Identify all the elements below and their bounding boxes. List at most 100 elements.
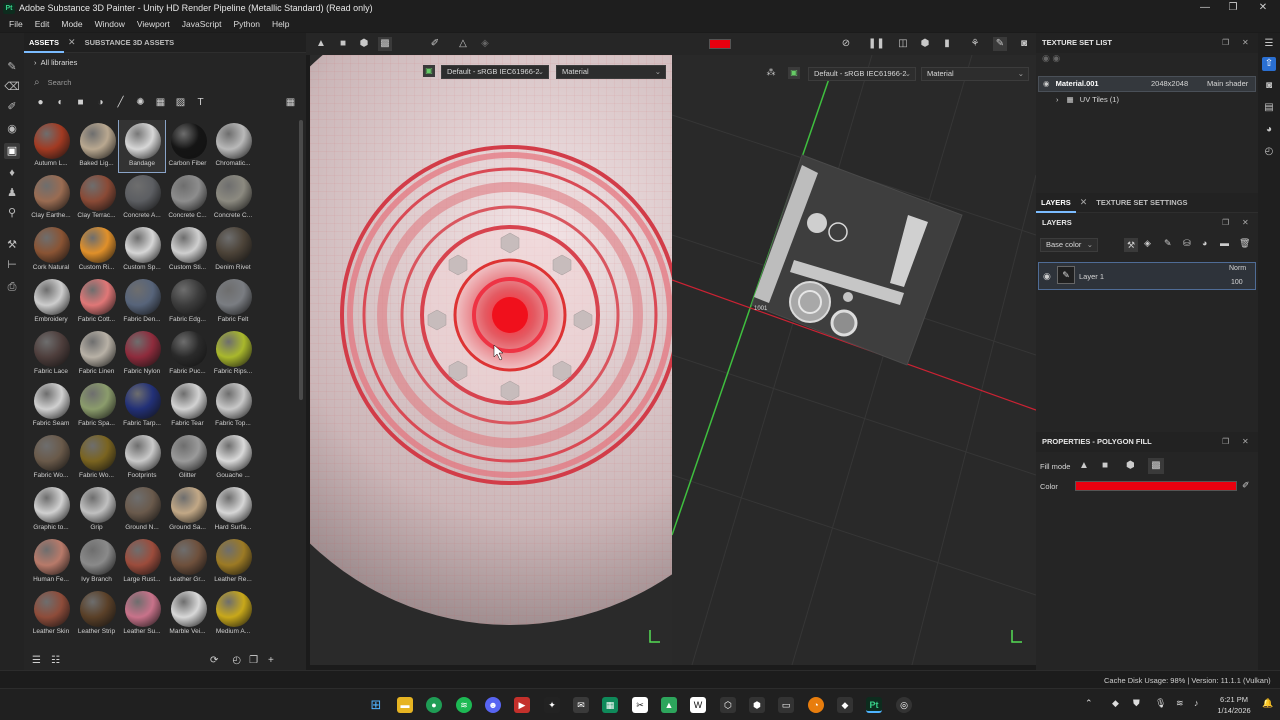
asset-tile[interactable]: Concrete A...	[119, 172, 165, 224]
delete-layer-icon[interactable]: 🗑	[1239, 238, 1250, 249]
tab-layers[interactable]: LAYERS	[1036, 193, 1076, 213]
menu-edit[interactable]: Edit	[29, 19, 56, 29]
asset-tile[interactable]: Glitter	[165, 432, 211, 484]
library-selector[interactable]: › All libraries	[24, 53, 306, 73]
asset-tile[interactable]: Fabric Den...	[119, 276, 165, 328]
menu-javascript[interactable]: JavaScript	[176, 19, 228, 29]
eyedropper-icon[interactable]: ✐	[1242, 480, 1250, 491]
smart-mask-filter-icon[interactable]: ◑	[94, 96, 107, 109]
texture-set-row[interactable]: ◉ Material.001 2048x2048 Main shader	[1038, 76, 1256, 92]
add-paint-layer-icon[interactable]: ✎	[1164, 238, 1172, 249]
split-view-icon[interactable]: ◫	[896, 37, 910, 51]
add-folder-icon[interactable]: ▬	[1220, 238, 1229, 248]
close-icon[interactable]: ✕	[1242, 432, 1249, 452]
occlusion-icon[interactable]: ◈	[478, 37, 492, 51]
asset-tile[interactable]: Ivy Branch	[74, 536, 120, 588]
asset-tile[interactable]: Ground N...	[119, 484, 165, 536]
add-material-icon[interactable]: ◕	[1202, 238, 1207, 248]
asset-tile[interactable]: Bandage	[118, 120, 166, 173]
maximize-button[interactable]: ❐	[1218, 0, 1248, 16]
volume-icon[interactable]: ♪	[1194, 698, 1199, 708]
channel-dropdown[interactable]: Material ⌄	[921, 67, 1029, 81]
shield-icon[interactable]: ⛊	[1133, 698, 1140, 709]
tab-texture-set-settings[interactable]: TEXTURE SET SETTINGS	[1091, 193, 1192, 213]
asset-tile[interactable]: Leather Gr...	[165, 536, 211, 588]
file-explorer-icon[interactable]: ▬	[397, 697, 413, 713]
uv-fill-icon[interactable]: ▩	[1148, 458, 1164, 474]
close-icon[interactable]: ✕	[64, 37, 80, 48]
asset-tile[interactable]: Custom Sp...	[119, 224, 165, 276]
eye-icon[interactable]: ◉	[1043, 271, 1051, 282]
spotify-icon[interactable]: ≋	[456, 697, 472, 713]
asset-tile[interactable]: Fabric Wo...	[28, 432, 74, 484]
picker-icon[interactable]: ⚲	[4, 205, 20, 221]
list-view-icon[interactable]: ☰	[32, 655, 41, 666]
asset-tile[interactable]: Custom Ri...	[74, 224, 120, 276]
blend-mode[interactable]: Norm	[1229, 265, 1246, 272]
minimize-button[interactable]: —	[1190, 0, 1220, 16]
asset-tile[interactable]: Large Rust...	[119, 536, 165, 588]
quad-fill-icon[interactable]: ■	[1102, 460, 1108, 471]
material-filter-icon[interactable]: ●	[34, 96, 47, 109]
uv-tiles-row[interactable]: › ▦ UV Tiles (1)	[1056, 93, 1119, 109]
float-icon[interactable]: ❐	[1222, 432, 1229, 452]
eraser-icon[interactable]: ⌫	[4, 79, 20, 95]
asset-tile[interactable]: Custom Sti...	[165, 224, 211, 276]
asset-tile[interactable]: Fabric Seam	[28, 380, 74, 432]
capcut-icon[interactable]: ✂	[632, 697, 648, 713]
asset-scrollbar[interactable]	[299, 120, 303, 400]
close-icon[interactable]: ✕	[1076, 197, 1092, 208]
add-fill-layer-icon[interactable]: ⛁	[1183, 238, 1191, 249]
unity-icon[interactable]: ⬡	[720, 697, 736, 713]
asset-tile[interactable]: Fabric Felt	[210, 276, 256, 328]
view-3d-icon[interactable]: ⬢	[918, 37, 932, 51]
symmetry-icon[interactable]: △	[456, 37, 470, 51]
asset-tile[interactable]: Embroidery	[28, 276, 74, 328]
asset-tile[interactable]: Marble Vei...	[165, 588, 211, 640]
paint-brush-icon[interactable]: ✎	[4, 59, 20, 75]
layers-icon[interactable]: ◙	[1262, 79, 1276, 93]
menu-viewport[interactable]: Viewport	[131, 19, 176, 29]
layer-opacity[interactable]: 100	[1231, 279, 1243, 286]
brush-filter-icon[interactable]: ╱	[114, 96, 127, 109]
smudge-icon[interactable]: ♦	[4, 165, 20, 181]
pause-icon[interactable]: ❚❚	[868, 37, 885, 51]
environment-filter-icon[interactable]: ▨	[174, 96, 187, 109]
triangle-fill-icon[interactable]: ▲	[314, 37, 328, 51]
clock-time[interactable]: 6:21 PM	[1214, 695, 1254, 704]
paint-mode-icon[interactable]: ✎	[993, 37, 1007, 51]
asset-tile[interactable]: Autumn L...	[28, 120, 74, 172]
asset-tile[interactable]: Fabric Wo...	[74, 432, 120, 484]
notification-icon[interactable]: 🔔	[1262, 698, 1273, 709]
texture-set-list-icon[interactable]: ⇧	[1262, 57, 1276, 71]
display-settings-icon[interactable]: ▣	[788, 67, 800, 79]
polygon-fill-icon[interactable]: ▣	[4, 143, 20, 159]
discord-icon[interactable]: ☻	[485, 697, 501, 713]
fl-studio-icon[interactable]: ✦	[544, 697, 560, 713]
geometry-mask-icon[interactable]: ◉	[4, 121, 20, 137]
menu-icon[interactable]: ☰	[1262, 37, 1276, 51]
search-input[interactable]: ⌕ Search	[24, 73, 306, 91]
asset-tile[interactable]: Fabric Cott...	[74, 276, 120, 328]
layer-row[interactable]: ◉ ✎ Layer 1 Norm 100	[1038, 262, 1256, 290]
grid-view-icon[interactable]: ▦	[284, 96, 297, 109]
asset-tile[interactable]: Hard Surfa...	[210, 484, 256, 536]
asset-tile[interactable]: Fabric Top...	[210, 380, 256, 432]
uv-channel-dropdown[interactable]: Material ⌄	[556, 65, 666, 79]
new-folder-icon[interactable]: ❐	[249, 655, 258, 666]
asset-tile[interactable]: Leather Skin	[28, 588, 74, 640]
windows-start-icon[interactable]: ⊞	[368, 697, 384, 713]
menu-window[interactable]: Window	[89, 19, 131, 29]
hide-icon[interactable]: ⊘	[839, 37, 853, 51]
texture-filter-icon[interactable]: ▦	[154, 96, 167, 109]
uv-color-profile-dropdown[interactable]: Default - sRGB IEC61966-2 ⌄	[441, 65, 549, 79]
uv-viewport[interactable]: ▣ Default - sRGB IEC61966-2 ⌄ Material ⌄	[310, 55, 672, 665]
export-icon[interactable]: ⎙	[4, 279, 20, 295]
asset-tile[interactable]: Fabric Linen	[74, 328, 120, 380]
asset-tile[interactable]: Clay Terrac...	[74, 172, 120, 224]
network-icon[interactable]: ◆	[1112, 698, 1119, 709]
menu-mode[interactable]: Mode	[55, 19, 88, 29]
asset-tile[interactable]: Clay Earthe...	[28, 172, 74, 224]
chevron-up-icon[interactable]: ⌃	[1085, 698, 1093, 709]
menu-file[interactable]: File	[3, 19, 29, 29]
